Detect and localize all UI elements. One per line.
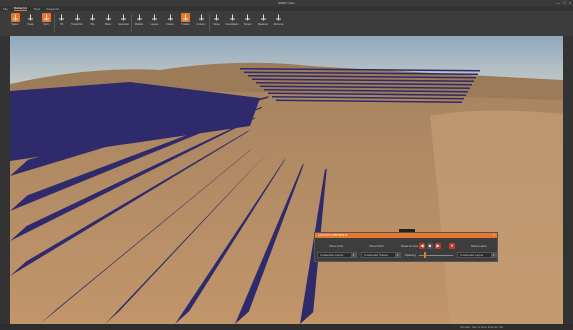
menu-tools[interactable]: Tools [33, 7, 40, 11]
draw-arrows-label: Draw Arrows [401, 244, 419, 248]
tool-icon [73, 13, 82, 22]
scene-render [10, 36, 563, 324]
ribbon-button-transform[interactable]: Transform [70, 12, 84, 34]
ribbon-button-label: Layout [150, 23, 159, 26]
ribbon-button-label: Select [11, 23, 19, 26]
next-button[interactable]: ▶ [435, 243, 441, 249]
stop-button[interactable]: ■ [427, 243, 433, 249]
ribbon-button-frame[interactable]: Frame [163, 12, 177, 34]
ribbon-button-label: Pile [90, 23, 95, 26]
tool-icon [88, 13, 97, 22]
3d-viewport[interactable] [10, 36, 563, 324]
ribbon-button-label: Tracker [181, 23, 190, 26]
ribbon-button-label: Measure [257, 23, 269, 26]
show-grid-label: Show Grid [329, 244, 344, 248]
ribbon-button-foundation[interactable]: Foundation [225, 12, 239, 34]
tool-icon [259, 13, 268, 22]
ribbon-separator [208, 14, 210, 32]
left-sidebar [0, 36, 10, 324]
ribbon-button-label: Tilt [59, 23, 64, 26]
tool-icon [150, 13, 159, 22]
tool-icon [228, 13, 237, 22]
ribbon-button-label: Foundation [225, 23, 239, 26]
tool-icon [166, 13, 175, 22]
tool-icon [41, 13, 51, 22]
maximize-button[interactable]: □ [563, 0, 565, 5]
ribbon-button-label: Terrain [243, 23, 252, 26]
ribbon-button-label: Grid [43, 23, 49, 26]
ribbon-button-column[interactable]: Column [194, 12, 208, 34]
window-controls: — □ × [556, 0, 571, 5]
ribbon-button-tilt[interactable]: Tilt [55, 12, 69, 34]
window-title: SWIFT Visio [278, 1, 295, 5]
tracker-dropdown[interactable]: Unselected Tracker ▾ [361, 252, 401, 258]
panel-title: LAYOUT CONTROLS [318, 233, 348, 237]
layout-dropdown-2-value: Unselected Layout [460, 253, 484, 257]
show-path-label: Show Path [369, 244, 384, 248]
ribbon-button-slope[interactable]: Slope [210, 12, 224, 34]
menu-viewpoint[interactable]: Viewpoint [46, 7, 59, 11]
ribbon-toolbar: Select Snap Grid Tilt Transform Pile Place Gene… [0, 11, 573, 37]
chevron-down-icon: ▾ [351, 253, 356, 257]
ribbon-button-generate[interactable]: Generate [117, 12, 131, 34]
tool-icon [243, 13, 252, 22]
status-text: Render: Sat 12.4ms Frames: 60 [460, 325, 503, 329]
panel-header[interactable]: LAYOUT CONTROLS × [315, 233, 497, 238]
tool-icon [26, 13, 35, 22]
ribbon-button-label: Frame [166, 23, 174, 26]
layout-control-panel: LAYOUT CONTROLS × Show Grid Show Path Dr… [314, 232, 498, 262]
right-sidebar [563, 36, 573, 324]
ribbon-separator [131, 14, 132, 32]
ribbon-button-label: Remove [273, 23, 284, 26]
layout-dropdown-1-value: Unselected Layout [320, 253, 344, 257]
ribbon-button-label: Snap [27, 23, 34, 26]
panel-row-options: Show Grid Show Path Draw Arrows ◀ ■ ▶ ✕ … [315, 241, 497, 249]
tool-icon [104, 13, 113, 22]
ribbon-button-remove[interactable]: Remove [272, 12, 286, 34]
menu-file[interactable]: File [3, 7, 8, 11]
tool-icon [10, 13, 20, 22]
show-label-label: Show Label [471, 244, 487, 248]
tool-icon [135, 13, 144, 22]
tool-icon [197, 13, 206, 22]
tool-icon [181, 13, 190, 22]
tool-icon [119, 13, 128, 22]
tool-icon [274, 13, 283, 22]
ribbon-button-label: Column [196, 23, 206, 26]
layout-dropdown-2[interactable]: Unselected Layout ▾ [457, 252, 497, 258]
tracker-dropdown-value: Unselected Tracker [364, 253, 389, 257]
tool-icon [212, 13, 221, 22]
panel-row-dropdowns: Unselected Layout ▾ Unselected Tracker ▾… [315, 252, 497, 259]
ribbon-button-module[interactable]: Module [132, 12, 146, 34]
prev-button[interactable]: ◀ [419, 243, 425, 249]
ribbon-button-snap[interactable]: Snap [24, 12, 38, 34]
ribbon-separator [53, 14, 55, 32]
ribbon-button-place[interactable]: Place [101, 12, 115, 34]
delete-button[interactable]: ✕ [449, 243, 455, 249]
ribbon-button-terrain[interactable]: Terrain [241, 12, 255, 34]
chevron-down-icon: ▾ [491, 253, 496, 257]
spacing-label: Spacing [405, 253, 416, 257]
spacing-slider-thumb[interactable] [424, 252, 427, 258]
ribbon-button-grid[interactable]: Grid [39, 12, 53, 34]
ribbon-button-label: Module [134, 23, 144, 26]
ribbon-button-label: Slope [213, 23, 220, 26]
ribbon-button-pile[interactable]: Pile [86, 12, 100, 34]
ribbon-button-layout[interactable]: Layout [148, 12, 162, 34]
ribbon-button-measure[interactable]: Measure [256, 12, 270, 34]
layout-dropdown-1[interactable]: Unselected Layout ▾ [317, 252, 357, 258]
chevron-down-icon: ▾ [395, 253, 400, 257]
minimize-button[interactable]: — [556, 0, 560, 5]
sand-patch [430, 110, 563, 324]
ribbon-button-tracker[interactable]: Tracker [179, 12, 193, 34]
ribbon-button-label: Generate [118, 23, 129, 26]
panel-close-icon[interactable]: × [493, 233, 495, 238]
ribbon-button-select[interactable]: Select [8, 12, 22, 34]
ribbon-button-label: Place [104, 23, 112, 26]
status-bar: Render: Sat 12.4ms Frames: 60 [0, 324, 573, 330]
ribbon-button-label: Transform [71, 23, 83, 26]
tool-icon [57, 13, 66, 22]
close-button[interactable]: × [569, 0, 571, 5]
